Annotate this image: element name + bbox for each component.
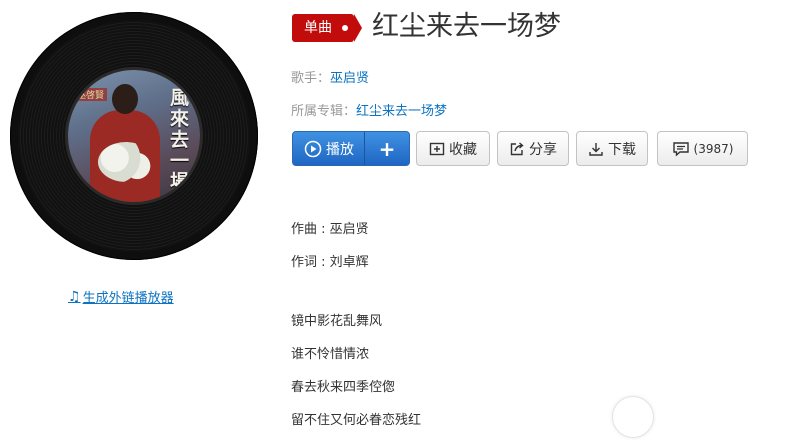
album-cover: 巫啓賢 風來去一場夢 bbox=[68, 70, 200, 202]
download-label: 下载 bbox=[608, 141, 636, 158]
album-row: 所属专辑：红尘来去一场梦 bbox=[291, 100, 447, 119]
collect-icon bbox=[429, 141, 445, 157]
comment-count: (3987) bbox=[693, 141, 734, 156]
generate-player-label: 生成外链播放器 bbox=[82, 291, 174, 306]
cover-flowers bbox=[98, 142, 154, 182]
artist-link[interactable]: 巫启贤 bbox=[330, 71, 369, 86]
add-to-playlist-button[interactable]: + bbox=[365, 132, 409, 165]
album-link[interactable]: 红尘来去一场梦 bbox=[356, 104, 447, 119]
lyrics-panel: 作曲 : 巫启贤 作词 : 刘卓辉 镜中影花乱舞风 谁不怜惜情浓 春去秋来四季倥… bbox=[291, 220, 421, 444]
single-badge-label: 单曲 bbox=[304, 20, 332, 36]
add-label: + bbox=[378, 136, 396, 161]
cover-figure-head bbox=[112, 84, 138, 114]
share-icon bbox=[509, 141, 525, 157]
vinyl-disc: 巫啓賢 風來去一場夢 bbox=[10, 12, 258, 260]
cover-title: 風來去一場夢 bbox=[170, 87, 190, 203]
cover-tag: 巫啓賢 bbox=[74, 88, 108, 101]
download-icon bbox=[588, 141, 604, 157]
artist-label: 歌手： bbox=[291, 71, 331, 86]
comment-icon bbox=[672, 141, 690, 157]
artist-row: 歌手：巫启贤 bbox=[291, 67, 369, 86]
badge-dot-icon bbox=[342, 25, 348, 31]
generate-player-link[interactable]: ♫ 生成外链播放器 bbox=[68, 287, 174, 307]
song-title: 红尘来去一场梦 bbox=[372, 11, 561, 42]
play-label: 播放 bbox=[326, 141, 354, 158]
play-button-group: 播放 + bbox=[292, 131, 410, 166]
play-button[interactable]: 播放 bbox=[293, 132, 365, 165]
floating-scroll-widget[interactable] bbox=[612, 396, 654, 438]
share-button[interactable]: 分享 bbox=[497, 131, 569, 166]
lyric-line: 谁不怜惜情浓 bbox=[291, 347, 370, 362]
music-note-icon: ♫ bbox=[68, 288, 81, 305]
download-button[interactable]: 下载 bbox=[576, 131, 648, 166]
play-circle-icon bbox=[304, 140, 322, 158]
album-label: 所属专辑： bbox=[291, 104, 357, 119]
lyric-line: 留不住又何必眷恋残红 bbox=[291, 413, 422, 428]
share-label: 分享 bbox=[529, 141, 557, 158]
lyricist-line: 作词 : 刘卓辉 bbox=[291, 255, 369, 270]
lyrics-spacer bbox=[291, 286, 421, 312]
collect-label: 收藏 bbox=[449, 141, 477, 158]
comment-button[interactable]: (3987) bbox=[657, 131, 748, 166]
collect-button[interactable]: 收藏 bbox=[416, 131, 490, 166]
composer-line: 作曲 : 巫启贤 bbox=[291, 222, 369, 237]
lyric-line: 镜中影花乱舞风 bbox=[291, 314, 383, 329]
single-badge: 单曲 bbox=[292, 14, 362, 42]
lyric-line: 春去秋来四季倥偬 bbox=[291, 380, 396, 395]
